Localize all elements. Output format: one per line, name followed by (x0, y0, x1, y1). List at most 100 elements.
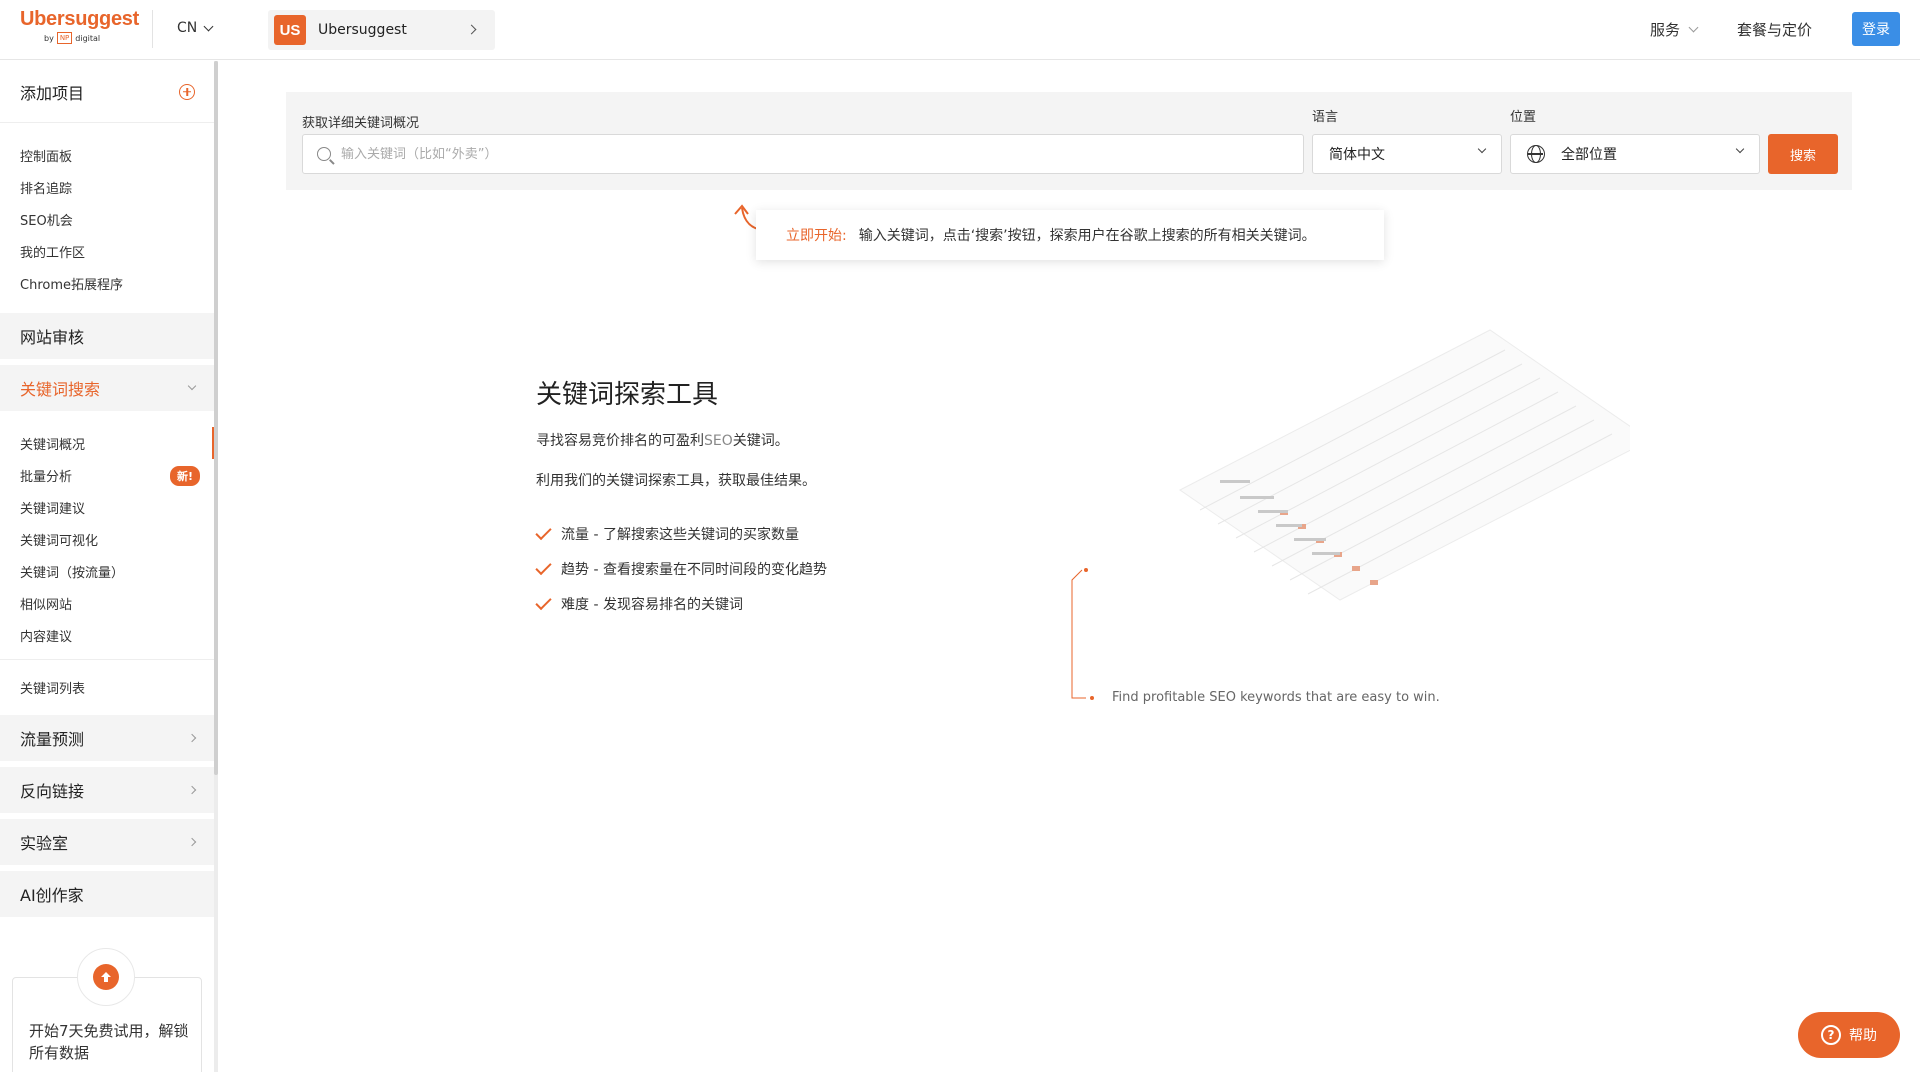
top-header: Ubersuggest by NP digital CN US Ubersugg… (0, 0, 1920, 60)
sidebar-item-content-ideas[interactable]: 内容建议 (0, 619, 215, 651)
feature-trend: 趋势 - 查看搜索量在不同时间段的变化趋势 (535, 558, 827, 579)
sidebar-scrollbar-thumb[interactable] (214, 61, 218, 775)
globe-icon (1527, 145, 1545, 163)
site-audit-label: 网站审核 (20, 328, 85, 347)
hint-lead: 立即开始: (786, 228, 847, 244)
bulk-analysis-label: 批量分析 (20, 469, 73, 485)
project-selector[interactable]: US Ubersuggest (268, 10, 495, 50)
page-title: 关键词探索工具 (536, 380, 719, 410)
sidebar-item-chrome-extension[interactable]: Chrome拓展程序 (0, 267, 215, 299)
feature-trend-text: 趋势 - 查看搜索量在不同时间段的变化趋势 (561, 562, 827, 578)
arrow-up-icon (93, 964, 119, 990)
upgrade-badge (77, 948, 135, 1006)
chevron-right-icon (466, 24, 477, 35)
sidebar: 添加项目 控制面板 排名追踪 SEO机会 我的工作区 Chrome拓展程序 网站… (0, 61, 215, 1072)
sidebar-item-keyword-lists[interactable]: 关键词列表 (0, 659, 215, 715)
intro-description-pre: 寻找容易竞价排名的可盈利 (536, 433, 704, 449)
sidebar-top-group: 控制面板 排名追踪 SEO机会 我的工作区 Chrome拓展程序 (0, 123, 215, 307)
header-nav: 服务 套餐与定价 登录 (1650, 12, 1900, 46)
sidebar-item-keyword-visualization[interactable]: 关键词可视化 (0, 523, 215, 555)
traffic-estimation-label: 流量预测 (20, 730, 85, 749)
sidebar-item-dashboard[interactable]: 控制面板 (0, 139, 215, 171)
nav-services[interactable]: 服务 (1649, 19, 1699, 40)
sidebar-item-rank-tracking[interactable]: 排名追踪 (0, 171, 215, 203)
nav-services-label: 服务 (1649, 20, 1680, 39)
header-divider (152, 10, 153, 48)
chevron-right-icon (187, 785, 197, 795)
add-project-button[interactable]: 添加项目 (0, 61, 215, 123)
upgrade-card[interactable]: 开始7天免费试用，解锁所有数据 (12, 948, 202, 1072)
language-value: 简体中文 (1329, 147, 1385, 163)
logo-digital: digital (75, 33, 101, 43)
location-value: 全部位置 (1561, 147, 1617, 163)
search-icon (317, 147, 331, 161)
check-icon (535, 558, 552, 576)
help-button[interactable]: ? 帮助 (1798, 1012, 1900, 1058)
feature-volume-text: 流量 - 了解搜索这些关键词的买家数量 (561, 527, 799, 543)
sidebar-section-labs[interactable]: 实验室 (0, 819, 215, 865)
hint-text: 输入关键词，点击‘搜索’按钮，探索用户在谷歌上搜索的所有相关关键词。 (858, 228, 1316, 244)
language-switcher[interactable]: CN (177, 20, 214, 36)
intro-subtext: 利用我们的关键词探索工具，获取最佳结果。 (536, 473, 816, 489)
chevron-right-icon (187, 837, 197, 847)
logo-np-mark: NP (56, 32, 73, 44)
intro-description-post: 关键词。 (732, 433, 789, 449)
logo-by: by (44, 33, 54, 43)
chevron-right-icon (187, 733, 197, 743)
new-badge: 新! (170, 466, 201, 486)
upgrade-text: 开始7天免费试用，解锁所有数据 (29, 1022, 189, 1062)
language-dropdown[interactable]: 简体中文 (1312, 134, 1502, 174)
chevron-down-icon (1688, 22, 1699, 32)
feature-difficulty-text: 难度 - 发现容易排名的关键词 (561, 597, 743, 613)
getting-started-hint: 立即开始: 输入关键词，点击‘搜索’按钮，探索用户在谷歌上搜索的所有相关关键词。 (756, 210, 1384, 260)
add-circle-icon (179, 83, 195, 100)
sidebar-section-site-audit[interactable]: 网站审核 (0, 313, 215, 359)
intro-description: 寻找容易竞价排名的可盈利SEO关键词。 (536, 430, 789, 450)
illustration-caption: Find profitable SEO keywords that are ea… (1112, 690, 1440, 705)
chevron-down-icon (1735, 144, 1745, 154)
sidebar-item-seo-opportunities[interactable]: SEO机会 (0, 203, 215, 235)
check-icon (535, 523, 552, 541)
keyword-input[interactable] (341, 146, 1241, 162)
keyword-table-illustration (1071, 329, 1630, 700)
login-button[interactable]: 登录 (1852, 12, 1900, 46)
logo-wordmark: Ubersuggest (20, 8, 139, 30)
question-icon: ? (1821, 1025, 1841, 1045)
labs-label: 实验室 (20, 834, 69, 853)
chevron-down-icon (1477, 144, 1487, 154)
sidebar-item-bulk-analysis[interactable]: 批量分析 新! (0, 459, 215, 491)
language-code: CN (177, 20, 198, 36)
keyword-input-wrapper[interactable] (302, 134, 1304, 174)
sidebar-item-keywords-by-traffic[interactable]: 关键词（按流量） (0, 555, 215, 587)
backlinks-label: 反向链接 (20, 782, 85, 801)
location-dropdown[interactable]: 全部位置 (1510, 134, 1760, 174)
sidebar-section-ai-writer[interactable]: AI创作家 (0, 871, 215, 917)
sidebar-keyword-group: 关键词概况 批量分析 新! 关键词建议 关键词可视化 关键词（按流量） 相似网站… (0, 417, 215, 651)
search-button[interactable]: 搜索 (1768, 134, 1838, 174)
nav-pricing-label: 套餐与定价 (1736, 20, 1812, 39)
feature-difficulty: 难度 - 发现容易排名的关键词 (535, 593, 743, 614)
language-label: 语言 (1312, 110, 1339, 125)
ubersuggest-logo[interactable]: Ubersuggest by NP digital (20, 8, 139, 44)
sidebar-section-backlinks[interactable]: 反向链接 (0, 767, 215, 813)
sidebar-section-traffic-estimation[interactable]: 流量预测 (0, 715, 215, 761)
chevron-down-icon (203, 21, 214, 31)
intro-description-seo: SEO (704, 433, 733, 449)
sidebar-item-keyword-ideas[interactable]: 关键词建议 (0, 491, 215, 523)
sidebar-section-keyword-research[interactable]: 关键词搜索 (0, 365, 215, 411)
project-avatar: US (274, 15, 306, 45)
location-label: 位置 (1510, 110, 1537, 125)
chevron-down-icon (187, 381, 197, 391)
logo-byline: by NP digital (44, 32, 136, 44)
nav-pricing[interactable]: 套餐与定价 (1737, 19, 1812, 40)
sidebar-item-similar-websites[interactable]: 相似网站 (0, 587, 215, 619)
feature-volume: 流量 - 了解搜索这些关键词的买家数量 (535, 523, 799, 544)
ai-writer-label: AI创作家 (20, 886, 84, 905)
check-icon (535, 593, 552, 611)
sidebar-item-workspace[interactable]: 我的工作区 (0, 235, 215, 267)
keyword-search-panel: 获取详细关键词概况 语言 简体中文 位置 全部位置 搜索 (286, 92, 1852, 190)
project-name: Ubersuggest (318, 22, 407, 38)
sidebar-item-keyword-overview[interactable]: 关键词概况 (0, 427, 215, 459)
keyword-research-label: 关键词搜索 (20, 380, 101, 399)
add-project-label: 添加项目 (20, 83, 85, 103)
